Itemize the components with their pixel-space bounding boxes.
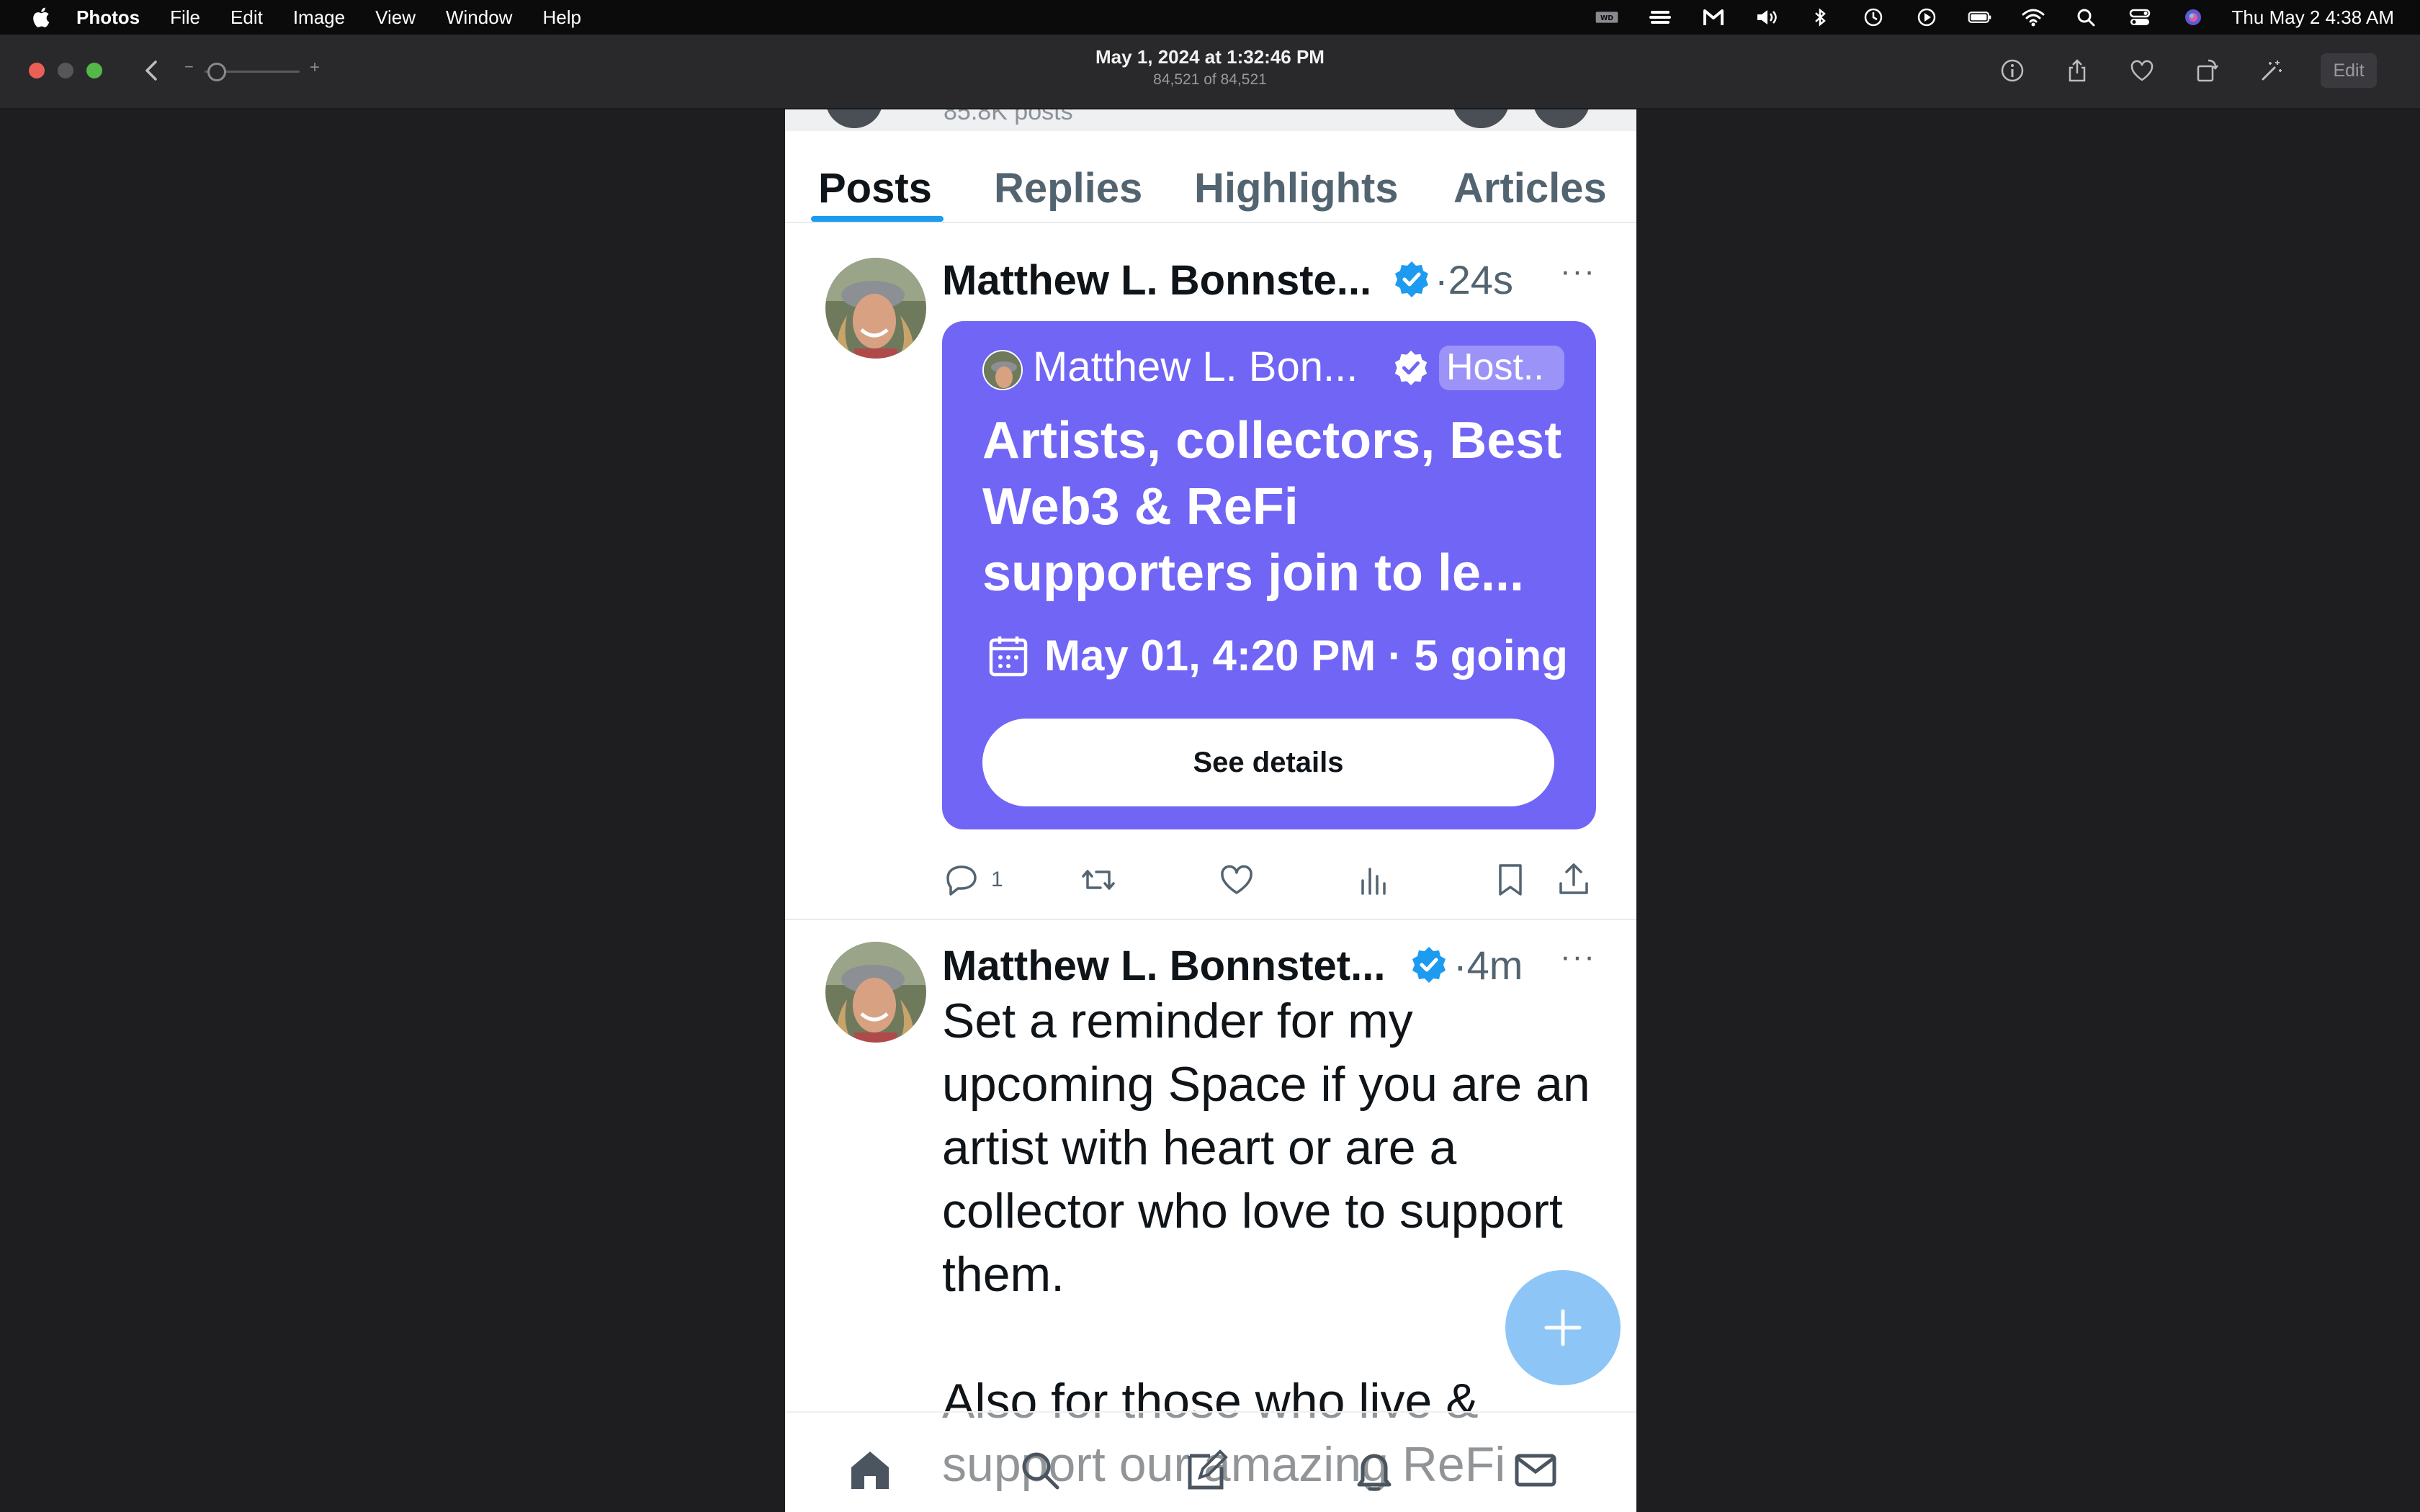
menu-image[interactable]: Image: [293, 6, 345, 29]
more-options-icon[interactable]: ···: [1560, 939, 1596, 975]
space-host-avatar: [982, 350, 1023, 390]
bluetooth-icon[interactable]: [1806, 6, 1834, 28]
post-timestamp: ·4m: [1453, 942, 1523, 988]
zoom-slider-knob[interactable]: [207, 63, 226, 81]
repost-button[interactable]: [1079, 851, 1118, 909]
post-author-name[interactable]: Matthew L. Bonnstet...: [942, 942, 1385, 990]
play-circle-icon[interactable]: [1912, 6, 1941, 28]
notifications-icon[interactable]: [1348, 1444, 1400, 1496]
profile-tabs: Posts Replies Highlights Articles: [785, 131, 1636, 223]
share-icon: [1559, 863, 1588, 894]
post-actions: 1: [942, 851, 1602, 909]
messages-icon[interactable]: [1510, 1444, 1561, 1496]
bottom-navigation: [785, 1411, 1636, 1512]
enhance-icon[interactable]: [2256, 55, 2287, 86]
tab-articles[interactable]: Articles: [1453, 164, 1607, 212]
home-icon[interactable]: [844, 1444, 896, 1496]
photo-count-subtitle: 84,521 of 84,521: [1153, 71, 1267, 88]
toolbar-actions: Edit: [1996, 53, 2377, 88]
profile-header-remnant: 85.8K posts: [785, 109, 1636, 131]
siri-icon[interactable]: [2179, 6, 2208, 28]
space-host-badge: Host..: [1439, 346, 1564, 390]
malwarebytes-icon[interactable]: [1699, 6, 1728, 28]
window-title-block: May 1, 2024 at 1:32:46 PM 84,521 of 84,5…: [994, 46, 1426, 89]
volume-icon[interactable]: [1752, 6, 1781, 28]
like-button[interactable]: [1217, 851, 1256, 909]
see-details-button[interactable]: See details: [982, 719, 1554, 806]
active-tab-indicator: [811, 216, 944, 222]
edit-button[interactable]: Edit: [2321, 53, 2377, 88]
search-circle-icon: [1452, 109, 1510, 128]
space-date-text: May 01, 4:20 PM · 5 going: [1044, 631, 1568, 680]
bookmark-button[interactable]: [1491, 851, 1530, 909]
menu-app-name[interactable]: Photos: [76, 6, 140, 29]
menu-window[interactable]: Window: [446, 6, 512, 29]
tab-highlights[interactable]: Highlights: [1194, 164, 1399, 212]
wifi-icon[interactable]: [2019, 6, 2048, 28]
zoom-in-icon[interactable]: +: [310, 58, 320, 78]
avatar[interactable]: [825, 942, 926, 1043]
share-post-button[interactable]: [1554, 851, 1593, 909]
window-minimize-button[interactable]: [58, 63, 73, 78]
info-icon[interactable]: [1996, 55, 2028, 86]
back-circle-icon: [825, 109, 883, 128]
space-date-row: May 01, 4:20 PM · 5 going: [988, 631, 1568, 680]
repost-icon: [1082, 870, 1115, 890]
like-icon: [1221, 865, 1252, 894]
calendar-icon: [989, 636, 1028, 676]
space-host-name: Matthew L. Bon...: [1033, 343, 1358, 390]
share-icon[interactable]: [2061, 55, 2093, 86]
spotlight-search-icon[interactable]: [2072, 6, 2101, 28]
tab-posts[interactable]: Posts: [818, 164, 932, 212]
menu-edit[interactable]: Edit: [230, 6, 263, 29]
bookmark-icon: [1499, 864, 1522, 896]
menu-file[interactable]: File: [170, 6, 200, 29]
window-fullscreen-button[interactable]: [86, 63, 102, 78]
avatar[interactable]: [825, 258, 926, 359]
compose-fab-button[interactable]: [1505, 1270, 1621, 1385]
search-icon[interactable]: [1014, 1444, 1066, 1496]
menubar-clock[interactable]: Thu May 2 4:38 AM: [2232, 6, 2394, 29]
stack-app-icon[interactable]: [1646, 6, 1675, 28]
control-center-icon[interactable]: [2125, 6, 2154, 28]
apple-menu-icon[interactable]: [26, 5, 55, 30]
post-count-remnant: 85.8K posts: [944, 109, 1073, 125]
reply-button[interactable]: 1: [942, 851, 1003, 909]
space-title: Artists, collectors, Best Web3 & ReFi su…: [982, 412, 1562, 602]
more-circle-icon: [1533, 109, 1590, 128]
verified-badge-icon: [1395, 261, 1428, 297]
rotate-icon[interactable]: [2191, 55, 2223, 86]
window-close-button[interactable]: [29, 63, 45, 78]
menu-view[interactable]: View: [375, 6, 416, 29]
post-time-value: 24s: [1448, 257, 1513, 302]
post-time-value: 4m: [1466, 942, 1523, 988]
photo-date-title: May 1, 2024 at 1:32:46 PM: [1095, 46, 1325, 68]
more-options-icon[interactable]: ···: [1560, 253, 1596, 289]
post-divider: [785, 919, 1636, 920]
heart-icon[interactable]: [2126, 55, 2158, 86]
post-author-name[interactable]: Matthew L. Bonnste...: [942, 256, 1371, 305]
svg-text:WD: WD: [1600, 14, 1613, 22]
wd-drive-icon[interactable]: WD: [1592, 6, 1621, 28]
menu-help[interactable]: Help: [542, 6, 581, 29]
views-button[interactable]: [1355, 851, 1394, 909]
plus-icon: [1544, 1309, 1582, 1346]
time-machine-icon[interactable]: [1859, 6, 1888, 28]
menu-bar: Photos File Edit Image View Window Help …: [0, 0, 2420, 35]
battery-icon[interactable]: [1966, 6, 1994, 28]
zoom-out-icon[interactable]: −: [184, 58, 194, 76]
compose-icon[interactable]: [1181, 1444, 1233, 1496]
space-verified-badge-icon: [1394, 350, 1428, 386]
photo-viewer-image: 85.8K posts Posts Replies Highlights Art…: [785, 109, 1636, 1512]
views-icon: [1361, 868, 1386, 895]
reply-icon: [946, 865, 977, 896]
space-card[interactable]: Matthew L. Bon... Host.. Artists, collec…: [942, 321, 1596, 829]
reply-count: 1: [991, 868, 1003, 891]
post-timestamp: ·24s: [1435, 257, 1513, 302]
status-items: WD Thu May 2 4:38 AM: [1592, 0, 2394, 35]
tab-replies[interactable]: Replies: [994, 164, 1142, 212]
back-chevron-icon[interactable]: [141, 56, 163, 85]
verified-badge-icon: [1412, 947, 1446, 983]
